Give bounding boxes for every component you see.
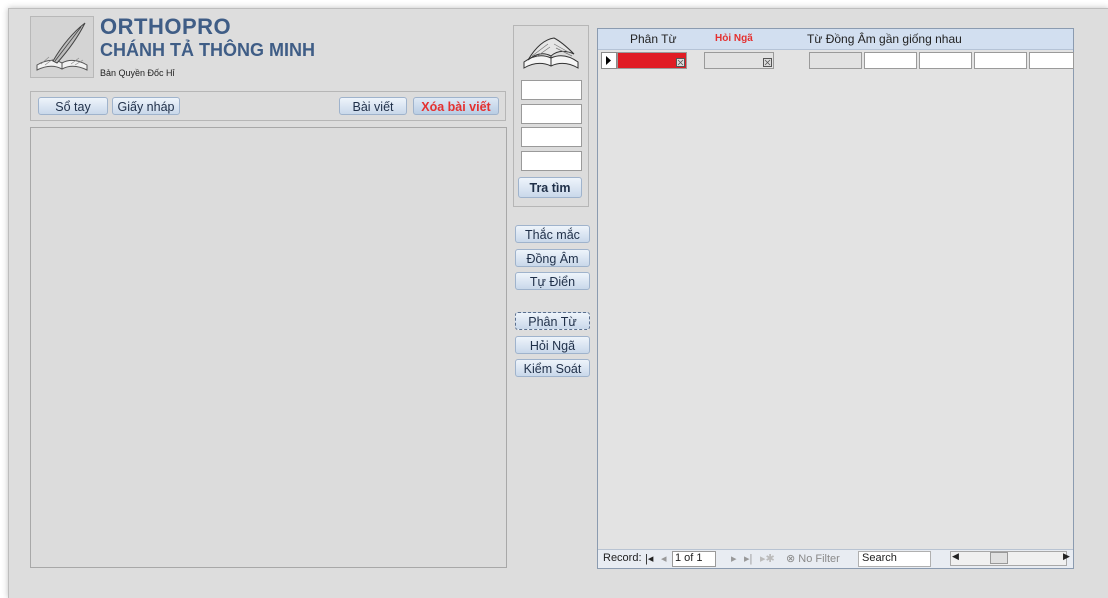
scroll-left-icon[interactable]: ◀ <box>952 551 959 562</box>
questions-button[interactable]: Thắc mắc <box>515 225 590 243</box>
search-button[interactable]: Tra tìm <box>518 177 582 198</box>
phan-tu-cell[interactable] <box>617 52 687 69</box>
grid-header: Phân Từ Hỏi Ngã Từ Đồng Âm gần giống nha… <box>598 29 1073 50</box>
notebook-button[interactable]: Sổ tay <box>38 97 108 115</box>
datasheet-grid: Phân Từ Hỏi Ngã Từ Đồng Âm gần giống nha… <box>597 28 1074 569</box>
search-input-1[interactable] <box>521 80 582 100</box>
horizontal-scrollbar[interactable] <box>950 551 1067 566</box>
last-record-icon[interactable]: ▸| <box>744 552 752 565</box>
record-label: Record: <box>603 552 642 564</box>
app-title: ORTHOPRO <box>100 14 232 39</box>
search-input-2[interactable] <box>521 104 582 124</box>
hoi-nga-cell[interactable] <box>704 52 774 69</box>
dong-am-cell-3[interactable] <box>919 52 972 69</box>
column-header-dong-am[interactable]: Từ Đồng Âm gần giống nhau <box>807 32 962 46</box>
dictionary-button[interactable]: Tự Điển <box>515 272 590 290</box>
prev-record-icon[interactable]: ◂ <box>661 552 667 565</box>
column-header-hoi-nga[interactable]: Hỏi Ngã <box>715 33 753 44</box>
homophone-button[interactable]: Đồng Âm <box>515 249 590 267</box>
draft-button[interactable]: Giấy nháp <box>112 97 180 115</box>
logo-book-quill-icon <box>30 16 94 78</box>
open-book-icon <box>520 34 582 74</box>
app-subtitle: CHÁNH TẢ THÔNG MINH <box>100 40 315 60</box>
analyze-button[interactable]: Phân Từ <box>515 312 590 330</box>
record-position-input[interactable]: 1 of 1 <box>672 551 716 567</box>
record-selector[interactable] <box>601 52 617 69</box>
control-button[interactable]: Kiểm Soát <box>515 359 590 377</box>
record-navigation-bar: Record: |◂ ◂ 1 of 1 ▸ ▸| ▸✱ ⊗ No Filter … <box>598 549 1073 568</box>
new-record-icon[interactable]: ▸✱ <box>760 552 775 565</box>
dong-am-cell-5[interactable] <box>1029 52 1074 69</box>
copyright-text: Bản Quyền Đốc Hỉ <box>100 68 175 78</box>
first-record-icon[interactable]: |◂ <box>645 552 653 565</box>
dong-am-cell-1[interactable] <box>809 52 862 69</box>
article-button[interactable]: Bài viết <box>339 97 407 115</box>
nav-search-input[interactable]: Search <box>858 551 931 567</box>
filter-icon: ⊗ <box>786 553 796 565</box>
hoi-nga-button[interactable]: Hỏi Ngã <box>515 336 590 354</box>
no-filter-button[interactable]: ⊗ No Filter <box>786 552 840 565</box>
next-record-icon[interactable]: ▸ <box>731 552 737 565</box>
search-input-3[interactable] <box>521 127 582 147</box>
delete-article-button[interactable]: Xóa bài viết <box>413 97 499 115</box>
scroll-thumb[interactable] <box>990 552 1008 564</box>
search-input-4[interactable] <box>521 151 582 171</box>
editor-area[interactable] <box>30 127 507 568</box>
no-filter-label: No Filter <box>798 553 840 565</box>
column-header-phan-tu[interactable]: Phân Từ <box>630 32 677 46</box>
dong-am-cell-2[interactable] <box>864 52 917 69</box>
scroll-right-icon[interactable]: ▶ <box>1063 551 1070 562</box>
dong-am-cell-4[interactable] <box>974 52 1027 69</box>
